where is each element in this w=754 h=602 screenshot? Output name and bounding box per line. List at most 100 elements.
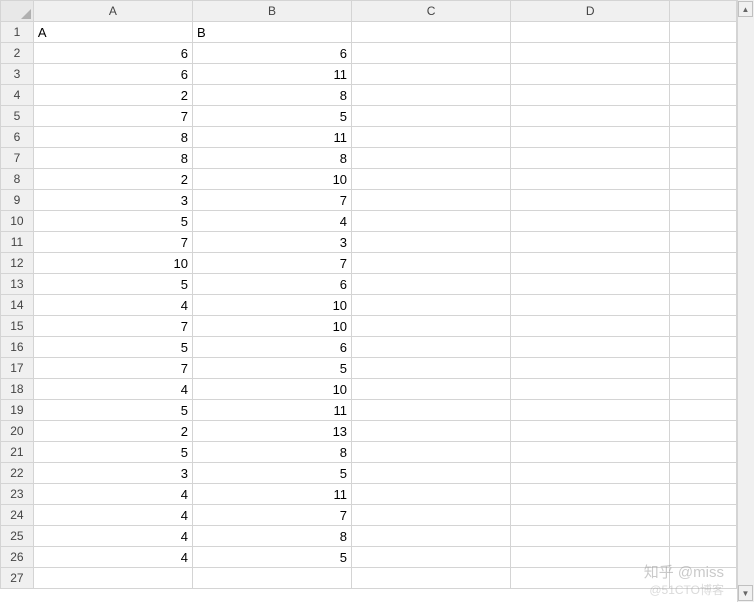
column-header-D[interactable]: D: [511, 1, 670, 22]
cell-C22[interactable]: [352, 463, 511, 484]
cell-D10[interactable]: [511, 211, 670, 232]
cell-B16[interactable]: 6: [192, 337, 351, 358]
cell-E8[interactable]: [670, 169, 737, 190]
cell-B4[interactable]: 8: [192, 85, 351, 106]
scroll-up-arrow-icon[interactable]: ▲: [738, 1, 753, 17]
cell-A24[interactable]: 4: [33, 505, 192, 526]
cell-A23[interactable]: 4: [33, 484, 192, 505]
cell-A17[interactable]: 7: [33, 358, 192, 379]
column-header-B[interactable]: B: [192, 1, 351, 22]
cell-B23[interactable]: 11: [192, 484, 351, 505]
cell-E13[interactable]: [670, 274, 737, 295]
cell-D25[interactable]: [511, 526, 670, 547]
cell-E27[interactable]: [670, 568, 737, 589]
row-header-23[interactable]: 23: [1, 484, 34, 505]
cell-D14[interactable]: [511, 295, 670, 316]
cell-C16[interactable]: [352, 337, 511, 358]
cell-C10[interactable]: [352, 211, 511, 232]
cell-B25[interactable]: 8: [192, 526, 351, 547]
cell-B7[interactable]: 8: [192, 148, 351, 169]
cell-E1[interactable]: [670, 22, 737, 43]
cell-B11[interactable]: 3: [192, 232, 351, 253]
cell-E19[interactable]: [670, 400, 737, 421]
cell-C15[interactable]: [352, 316, 511, 337]
cell-C14[interactable]: [352, 295, 511, 316]
cell-B14[interactable]: 10: [192, 295, 351, 316]
cell-A15[interactable]: 7: [33, 316, 192, 337]
cell-C21[interactable]: [352, 442, 511, 463]
cell-D23[interactable]: [511, 484, 670, 505]
cell-B17[interactable]: 5: [192, 358, 351, 379]
cell-C17[interactable]: [352, 358, 511, 379]
cell-B9[interactable]: 7: [192, 190, 351, 211]
cell-A4[interactable]: 2: [33, 85, 192, 106]
cell-E26[interactable]: [670, 547, 737, 568]
cell-C7[interactable]: [352, 148, 511, 169]
cell-C8[interactable]: [352, 169, 511, 190]
row-header-4[interactable]: 4: [1, 85, 34, 106]
cell-B8[interactable]: 10: [192, 169, 351, 190]
row-header-27[interactable]: 27: [1, 568, 34, 589]
row-header-12[interactable]: 12: [1, 253, 34, 274]
cell-E5[interactable]: [670, 106, 737, 127]
cell-A25[interactable]: 4: [33, 526, 192, 547]
cell-D20[interactable]: [511, 421, 670, 442]
cell-C9[interactable]: [352, 190, 511, 211]
row-header-3[interactable]: 3: [1, 64, 34, 85]
cell-D1[interactable]: [511, 22, 670, 43]
cell-A20[interactable]: 2: [33, 421, 192, 442]
cell-C2[interactable]: [352, 43, 511, 64]
cell-B1[interactable]: B: [192, 22, 351, 43]
row-header-2[interactable]: 2: [1, 43, 34, 64]
cell-D27[interactable]: [511, 568, 670, 589]
cell-E24[interactable]: [670, 505, 737, 526]
cell-E21[interactable]: [670, 442, 737, 463]
cell-B26[interactable]: 5: [192, 547, 351, 568]
cell-A11[interactable]: 7: [33, 232, 192, 253]
cell-B19[interactable]: 11: [192, 400, 351, 421]
cell-A14[interactable]: 4: [33, 295, 192, 316]
cell-D26[interactable]: [511, 547, 670, 568]
cell-A3[interactable]: 6: [33, 64, 192, 85]
cell-B27[interactable]: [192, 568, 351, 589]
cell-E16[interactable]: [670, 337, 737, 358]
cell-E10[interactable]: [670, 211, 737, 232]
column-header-E[interactable]: [670, 1, 737, 22]
cell-C12[interactable]: [352, 253, 511, 274]
cell-C1[interactable]: [352, 22, 511, 43]
row-header-21[interactable]: 21: [1, 442, 34, 463]
row-header-5[interactable]: 5: [1, 106, 34, 127]
cell-B12[interactable]: 7: [192, 253, 351, 274]
cell-D6[interactable]: [511, 127, 670, 148]
cell-E22[interactable]: [670, 463, 737, 484]
row-header-13[interactable]: 13: [1, 274, 34, 295]
cell-B22[interactable]: 5: [192, 463, 351, 484]
cell-E12[interactable]: [670, 253, 737, 274]
cell-D15[interactable]: [511, 316, 670, 337]
cell-C24[interactable]: [352, 505, 511, 526]
cell-E23[interactable]: [670, 484, 737, 505]
cell-D17[interactable]: [511, 358, 670, 379]
cell-B15[interactable]: 10: [192, 316, 351, 337]
cell-D2[interactable]: [511, 43, 670, 64]
cell-D18[interactable]: [511, 379, 670, 400]
row-header-8[interactable]: 8: [1, 169, 34, 190]
select-all-corner[interactable]: [1, 1, 34, 22]
cell-A12[interactable]: 10: [33, 253, 192, 274]
cell-D11[interactable]: [511, 232, 670, 253]
cell-B5[interactable]: 5: [192, 106, 351, 127]
column-header-A[interactable]: A: [33, 1, 192, 22]
cell-A13[interactable]: 5: [33, 274, 192, 295]
scroll-down-arrow-icon[interactable]: ▼: [738, 585, 753, 601]
cell-A16[interactable]: 5: [33, 337, 192, 358]
cell-C18[interactable]: [352, 379, 511, 400]
cell-A18[interactable]: 4: [33, 379, 192, 400]
cell-A2[interactable]: 6: [33, 43, 192, 64]
cell-B10[interactable]: 4: [192, 211, 351, 232]
cell-D9[interactable]: [511, 190, 670, 211]
cell-C23[interactable]: [352, 484, 511, 505]
cell-A6[interactable]: 8: [33, 127, 192, 148]
cell-E17[interactable]: [670, 358, 737, 379]
cell-E25[interactable]: [670, 526, 737, 547]
cell-A9[interactable]: 3: [33, 190, 192, 211]
